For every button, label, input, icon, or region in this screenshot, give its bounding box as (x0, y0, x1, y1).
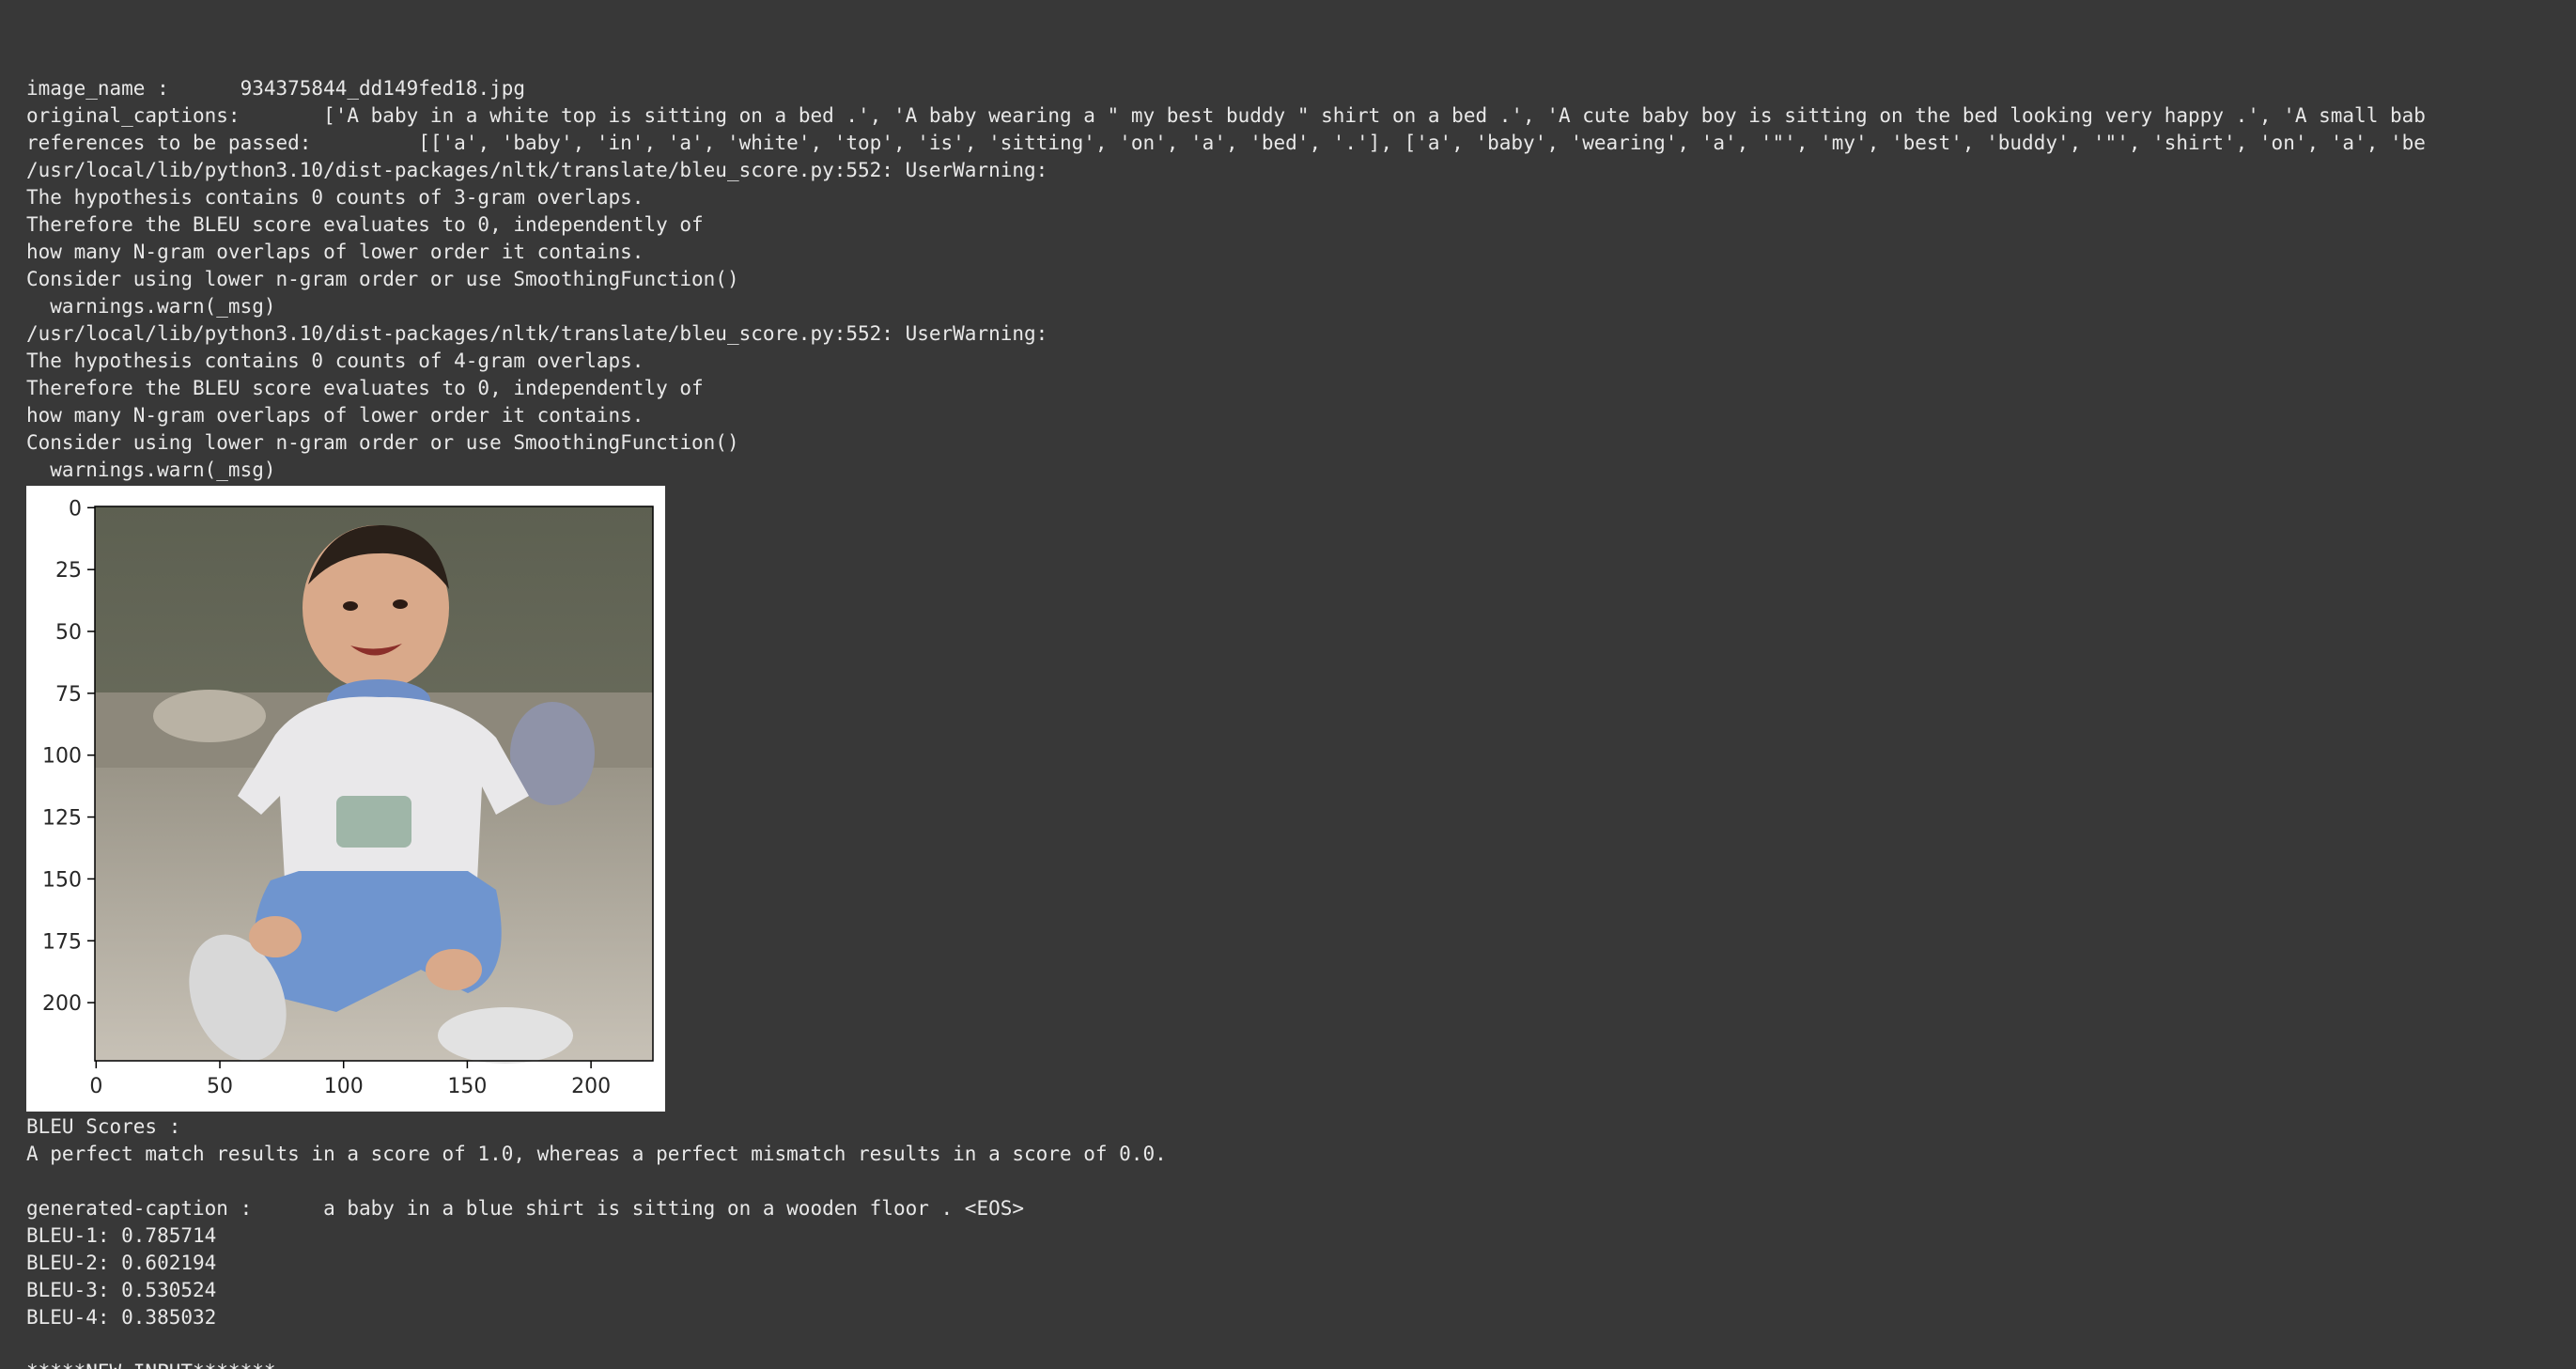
warning-line: warnings.warn(_msg) (26, 295, 276, 318)
y-tick-label: 0 (69, 497, 82, 521)
x-tick-label: 0 (89, 1075, 102, 1098)
x-tick-label: 50 (207, 1075, 233, 1098)
image-plot: 0 25 50 75 100 125 150 175 200 0 50 100 150 200 (26, 486, 665, 1112)
x-tick-label: 100 (324, 1075, 364, 1098)
warning-line: how many N-gram overlaps of lower order … (26, 404, 644, 427)
y-tick-label: 75 (55, 683, 82, 707)
references-line: references to be passed: [['a', 'baby', … (26, 130, 2576, 157)
bleu-4-score: BLEU-4: 0.385032 (26, 1306, 217, 1329)
warning-line: The hypothesis contains 0 counts of 4-gr… (26, 350, 644, 372)
references-label: references to be passed: (26, 132, 312, 154)
y-tick-label: 200 (42, 992, 82, 1016)
bleu-1-score: BLEU-1: 0.785714 (26, 1224, 217, 1247)
warning-line: Consider using lower n-gram order or use… (26, 431, 739, 454)
bleu-header: BLEU Scores : (26, 1115, 181, 1138)
generated-caption-value: a baby in a blue shirt is sitting on a w… (323, 1197, 1025, 1220)
new-input-marker: *****NEW INPUT******* (26, 1359, 2576, 1369)
x-tick-label: 200 (571, 1075, 611, 1098)
bleu-2-score: BLEU-2: 0.602194 (26, 1252, 217, 1274)
y-tick-label: 125 (42, 807, 82, 831)
y-tick-label: 100 (42, 745, 82, 769)
original-captions-value: ['A baby in a white top is sitting on a … (323, 104, 2426, 127)
generated-caption-line: generated-caption : a baby in a blue shi… (26, 1195, 2576, 1222)
warning-line: Consider using lower n-gram order or use… (26, 268, 739, 290)
y-tick-label: 50 (55, 621, 82, 645)
y-tick-label: 175 (42, 930, 82, 954)
bleu-note: A perfect match results in a score of 1.… (26, 1143, 1167, 1165)
warning-line: Therefore the BLEU score evaluates to 0,… (26, 377, 704, 399)
image-plot-svg: 0 25 50 75 100 125 150 175 200 0 50 100 150 200 (42, 497, 654, 1098)
x-axis: 0 50 100 150 200 (89, 1061, 611, 1098)
original-captions-line: original_captions: ['A baby in a white t… (26, 102, 2576, 130)
warning-line: how many N-gram overlaps of lower order … (26, 241, 644, 263)
cell-output: image_name : 934375844_dd149fed18.jpg or… (26, 75, 2576, 1369)
y-tick-label: 150 (42, 868, 82, 892)
warning-path: /usr/local/lib/python3.10/dist-packages/… (26, 159, 1048, 181)
warning-line: Therefore the BLEU score evaluates to 0,… (26, 213, 704, 236)
original-captions-label: original_captions: (26, 104, 241, 127)
references-value: [['a', 'baby', 'in', 'a', 'white', 'top'… (418, 132, 2426, 154)
x-tick-label: 150 (447, 1075, 487, 1098)
image-name-value: 934375844_dd149fed18.jpg (240, 77, 526, 100)
generated-caption-label: generated-caption : (26, 1197, 253, 1220)
warning-path: /usr/local/lib/python3.10/dist-packages/… (26, 322, 1048, 345)
warning-line: warnings.warn(_msg) (26, 459, 276, 481)
baby-photo (95, 506, 653, 1064)
warning-line: The hypothesis contains 0 counts of 3-gr… (26, 186, 644, 209)
warning-block: /usr/local/lib/python3.10/dist-packages/… (26, 157, 2576, 320)
y-axis: 0 25 50 75 100 125 150 175 200 (42, 497, 95, 1016)
bleu-3-score: BLEU-3: 0.530524 (26, 1279, 217, 1301)
y-tick-label: 25 (55, 559, 82, 583)
warning-block: /usr/local/lib/python3.10/dist-packages/… (26, 320, 2576, 484)
image-name-label: image_name : (26, 77, 169, 100)
image-name-line: image_name : 934375844_dd149fed18.jpg (26, 75, 2576, 102)
